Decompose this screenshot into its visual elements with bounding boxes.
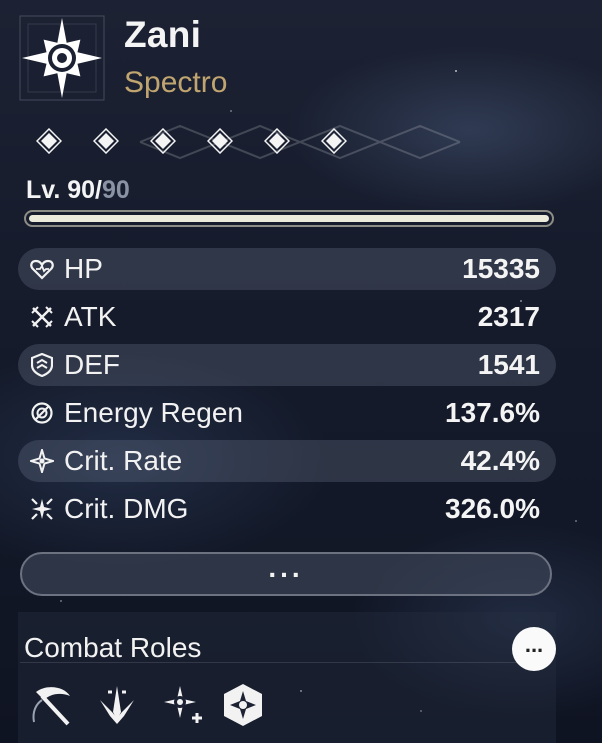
combat-roles-more-label: ... [524, 632, 544, 657]
stat-label: Crit. DMG [64, 493, 189, 524]
stat-value: 1541 [477, 349, 540, 380]
crit-rate-icon [28, 447, 56, 475]
character-element: Spectro [124, 66, 228, 99]
stat-row-crit-dmg: Crit. DMG 326.0% [18, 488, 556, 530]
stat-value: 2317 [477, 301, 540, 332]
stat-row-atk: ATK 2317 [18, 296, 556, 338]
blade-burst-role-icon[interactable] [92, 680, 142, 730]
sequence-nodes [35, 127, 348, 155]
sequence-node-3-diamond-icon[interactable] [149, 127, 177, 155]
spectro-hex-role-icon[interactable] [218, 680, 268, 730]
hp-heart-icon [28, 255, 56, 283]
atk-swords-icon [28, 303, 56, 331]
stat-value: 42.4% [460, 445, 540, 476]
stat-row-hp: HP 15335 [18, 248, 556, 290]
crit-dmg-icon [28, 495, 56, 523]
stat-value: 15335 [462, 253, 540, 284]
level-current: Lv. 90/ [26, 176, 102, 204]
spectro-plus-role-icon[interactable] [156, 680, 206, 730]
def-shield-icon [28, 351, 56, 379]
sequence-node-4-diamond-icon[interactable] [206, 127, 234, 155]
combat-roles-more-button[interactable]: ... [512, 627, 556, 671]
level-progress-bar [24, 210, 554, 227]
sequence-node-6-diamond-icon[interactable] [320, 127, 348, 155]
stat-row-def: DEF 1541 [18, 344, 556, 386]
level-label: Lv. 90/90 [26, 176, 130, 205]
combat-roles-divider [20, 662, 520, 663]
sequence-node-2-diamond-icon[interactable] [92, 127, 120, 155]
level-max: 90 [101, 176, 130, 204]
more-stats-button[interactable]: ... [20, 552, 552, 596]
stat-label: Crit. Rate [64, 445, 183, 476]
stat-label: Energy Regen [64, 397, 244, 428]
stat-row-energy-regen: Energy Regen 137.6% [18, 392, 556, 434]
character-name: Zani [124, 14, 202, 55]
stat-label: HP [64, 253, 103, 284]
sequence-node-5-diamond-icon[interactable] [263, 127, 291, 155]
level-progress-fill [29, 215, 549, 222]
combat-roles-title: Combat Roles [24, 632, 202, 663]
sequence-node-1-diamond-icon[interactable] [35, 127, 63, 155]
stat-label: DEF [64, 349, 120, 380]
energy-regen-icon [28, 399, 56, 427]
spectro-sun-icon [14, 10, 110, 106]
stat-label: ATK [64, 301, 117, 332]
scythe-role-icon[interactable] [28, 680, 78, 730]
more-stats-label: ... [268, 552, 304, 583]
stat-row-crit-rate: Crit. Rate 42.4% [18, 440, 556, 482]
stat-value: 137.6% [445, 397, 540, 428]
stat-value: 326.0% [445, 493, 540, 524]
